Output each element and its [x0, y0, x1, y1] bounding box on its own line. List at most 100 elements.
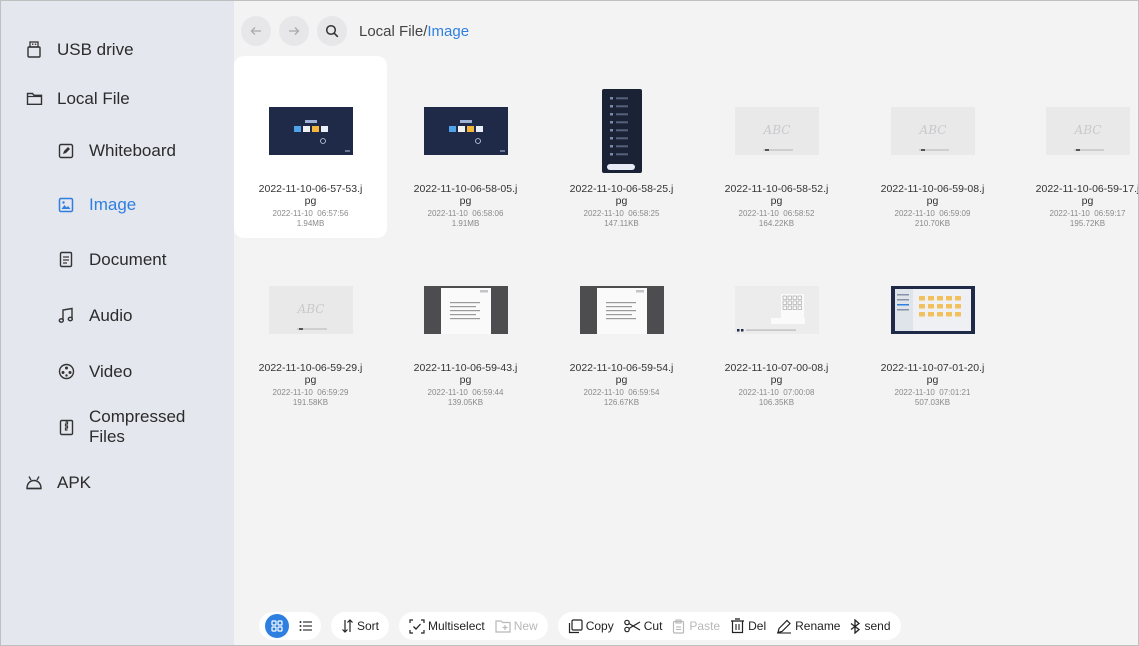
file-thumbnail — [234, 86, 387, 176]
file-thumbnail: ABC — [700, 86, 853, 176]
sidebar-item-label: Whiteboard — [89, 141, 176, 160]
file-tile[interactable]: 2022-11-10-06-58-25.j pg 2022-11-10 06:58:… — [545, 56, 698, 238]
file-name-line-1: 2022-11-10-06-59-08.j — [880, 183, 985, 195]
cut-label: Cut — [643, 619, 663, 633]
file-manager-window: USB drive Local File Whiteboard Image Do… — [0, 0, 1139, 646]
file-thumbnail — [545, 86, 698, 176]
file-name-line-2: pg — [1081, 195, 1094, 207]
sidebar-item-label: Image — [89, 195, 137, 214]
paste-button[interactable]: Paste — [672, 618, 721, 634]
sort-icon — [342, 619, 353, 633]
file-date: 2022-11-10 06:59:17 — [1049, 209, 1126, 218]
file-name-line-2: pg — [459, 374, 472, 386]
file-tile[interactable]: 2022-11-10-06-59-43.j pg 2022-11-10 06:59:… — [389, 235, 542, 417]
file-size: 507.03KB — [914, 398, 951, 407]
breadcrumb: Local File/Image — [359, 23, 469, 40]
file-size: 210.70KB — [914, 219, 951, 228]
file-grid: 2022-11-10-06-57-53.j pg 2022-11-10 06:57:… — [234, 56, 1139, 596]
file-name-line-2: pg — [459, 195, 472, 207]
file-date: 2022-11-10 06:59:44 — [427, 388, 504, 397]
file-tile[interactable]: 2022-11-10-07-00-08.j pg 2022-11-10 07:00:… — [700, 235, 853, 417]
file-tile[interactable]: 2022-11-10-07-01-20.j pg 2022-11-10 07:01:… — [856, 235, 1009, 417]
arrow-left-icon — [250, 27, 261, 35]
sidebar-item-video[interactable]: Video — [57, 361, 132, 382]
cut-button[interactable]: Cut — [623, 619, 663, 633]
file-size: 195.72KB — [1069, 219, 1106, 228]
file-date: 2022-11-10 06:59:09 — [894, 209, 971, 218]
file-tile[interactable]: ABC 2022-11-10-06-58-52.j pg 2022-11-10 06… — [700, 56, 853, 238]
file-size: 139.05KB — [447, 398, 484, 407]
sidebar-item-label: Audio — [89, 306, 133, 325]
file-name-line-1: 2022-11-10-07-01-20.j — [880, 362, 985, 374]
folder-icon — [25, 90, 43, 108]
delete-label: Del — [748, 619, 767, 633]
back-button[interactable] — [241, 16, 271, 46]
file-size: 1.91MB — [451, 219, 480, 228]
document-icon — [57, 251, 75, 269]
svg-text:ABC: ABC — [1073, 123, 1101, 137]
grid-view-button[interactable] — [265, 614, 289, 638]
sidebar-item-audio[interactable]: Audio — [57, 305, 132, 326]
file-tile[interactable]: 2022-11-10-06-57-53.j pg 2022-11-10 06:57:… — [234, 56, 387, 238]
new-button[interactable]: New — [495, 619, 538, 633]
file-name-line-1: 2022-11-10-06-59-17.j — [1035, 183, 1139, 195]
sort-button[interactable]: Sort — [341, 619, 379, 633]
copy-button[interactable]: Copy — [568, 618, 614, 634]
zip-archive-icon — [57, 418, 75, 436]
sidebar-item-document[interactable]: Document — [57, 249, 166, 270]
edit-pill: Copy Cut Paste Del Rename send — [557, 612, 901, 640]
file-name-line-1: 2022-11-10-06-59-54.j — [569, 362, 674, 374]
send-label: send — [864, 619, 891, 633]
file-name: 2022-11-10-06-59-43.j pg — [389, 362, 542, 386]
music-note-icon — [57, 307, 75, 325]
multiselect-button[interactable]: Multiselect — [409, 618, 485, 634]
file-name-line-1: 2022-11-10-06-58-52.j — [724, 183, 829, 195]
sidebar-item-apk[interactable]: APK — [25, 472, 91, 493]
sidebar-item-compressed-files[interactable]: Compressed Files — [57, 407, 185, 447]
file-name-line-2: pg — [615, 195, 628, 207]
file-tile[interactable]: ABC 2022-11-10-06-59-08.j pg 2022-11-10 06… — [856, 56, 1009, 238]
file-date: 2022-11-10 06:58:25 — [583, 209, 660, 218]
file-date: 2022-11-10 06:59:54 — [583, 388, 660, 397]
whiteboard-icon — [57, 142, 75, 160]
select-pill: Multiselect New — [399, 612, 548, 640]
android-icon — [25, 474, 43, 492]
sidebar-item-image[interactable]: Image — [57, 194, 136, 215]
top-bar: Local File/Image — [241, 15, 469, 47]
file-name: 2022-11-10-07-01-20.j pg — [856, 362, 1009, 386]
file-thumbnail — [545, 265, 698, 355]
forward-button[interactable] — [279, 16, 309, 46]
file-name-line-1: 2022-11-10-06-58-05.j — [413, 183, 518, 195]
paste-label: Paste — [689, 619, 721, 633]
file-thumbnail — [389, 86, 542, 176]
send-button[interactable]: send — [850, 618, 891, 634]
file-date: 2022-11-10 06:58:06 — [427, 209, 504, 218]
video-reel-icon — [57, 363, 75, 381]
file-thumbnail: ABC — [856, 86, 1009, 176]
sidebar-item-label: USB drive — [57, 40, 134, 59]
file-name-line-2: pg — [304, 374, 317, 386]
svg-text:ABC: ABC — [296, 302, 324, 316]
sidebar-item-label: Local File — [57, 89, 130, 108]
file-name-line-1: 2022-11-10-06-58-25.j — [569, 183, 674, 195]
sidebar-item-label: Compressed Files — [89, 407, 186, 446]
image-icon — [57, 196, 75, 214]
trash-icon — [731, 618, 745, 634]
breadcrumb-current: Image — [427, 22, 470, 40]
rename-button[interactable]: Rename — [776, 619, 840, 634]
delete-button[interactable]: Del — [730, 618, 766, 634]
sidebar-item-usb-drive[interactable]: USB drive — [25, 39, 134, 60]
sort-pill: Sort — [331, 612, 390, 640]
file-tile[interactable]: 2022-11-10-06-59-54.j pg 2022-11-10 06:59:… — [545, 235, 698, 417]
file-date: 2022-11-10 07:00:08 — [738, 388, 815, 397]
file-tile[interactable]: ABC 2022-11-10-06-59-17.j pg 2022-11-10 06… — [1011, 56, 1139, 238]
list-view-button[interactable] — [297, 617, 315, 635]
sidebar-item-whiteboard[interactable]: Whiteboard — [57, 140, 176, 161]
search-button[interactable] — [317, 16, 347, 46]
file-tile[interactable]: ABC 2022-11-10-06-59-29.j pg 2022-11-10 06… — [234, 235, 387, 417]
breadcrumb-root[interactable]: Local File/ — [359, 23, 427, 40]
file-size: 126.67KB — [603, 398, 640, 407]
sidebar-item-local-file[interactable]: Local File — [25, 88, 130, 109]
rename-label: Rename — [795, 619, 841, 633]
file-tile[interactable]: 2022-11-10-06-58-05.j pg 2022-11-10 06:58:… — [389, 56, 542, 238]
